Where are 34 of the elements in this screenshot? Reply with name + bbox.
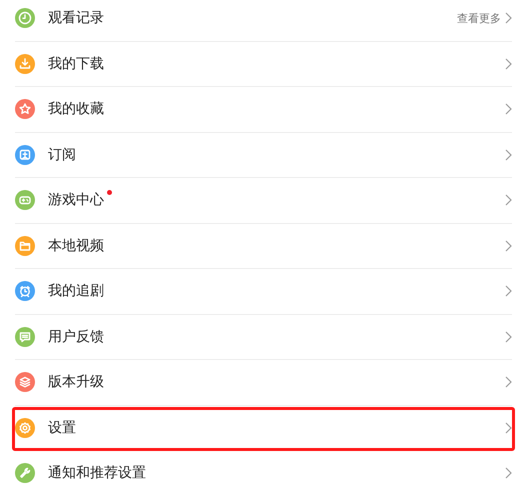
chevron-icon	[505, 285, 512, 298]
chevron-icon	[505, 330, 512, 343]
chevron-icon	[505, 103, 512, 116]
menu-item-label: 我的收藏	[48, 100, 104, 118]
menu-item[interactable]: 通知和推荐设置	[15, 451, 512, 488]
menu-item-label: 设置	[48, 418, 76, 437]
menu-item-label: 通知和推荐设置	[48, 464, 146, 482]
menu-item-label: 用户反馈	[48, 328, 104, 346]
menu-item[interactable]: 本地视频	[15, 224, 512, 269]
menu-item[interactable]: 设置	[15, 406, 512, 451]
menu-item-label: 观看记录	[48, 9, 104, 28]
chevron-icon	[505, 240, 512, 252]
menu-item[interactable]: 观看记录 查看更多	[15, 0, 512, 42]
chevron-icon	[505, 422, 512, 434]
menu-item[interactable]: 用户反馈	[15, 314, 512, 360]
chevron-icon	[505, 194, 512, 206]
menu-item[interactable]: 版本升级	[15, 360, 512, 406]
chevron-icon	[505, 467, 512, 480]
chevron-icon	[505, 376, 512, 388]
menu-item[interactable]: 订阅	[15, 132, 512, 178]
chevron-icon	[505, 12, 512, 24]
menu-item[interactable]: 我的追剧	[15, 269, 512, 314]
menu-item[interactable]: 我的收藏	[15, 87, 512, 132]
view-more-link[interactable]: 查看更多	[457, 10, 501, 26]
menu-item-label: 本地视频	[48, 236, 104, 255]
menu-item[interactable]: 游戏中心	[15, 178, 512, 224]
menu-item-label: 订阅	[48, 146, 76, 164]
menu-item-label: 我的下载	[48, 54, 104, 73]
chevron-icon	[505, 148, 512, 161]
menu-item-label: 我的追剧	[48, 282, 104, 300]
menu-item-label: 游戏中心	[48, 191, 104, 210]
menu-item[interactable]: 我的下载	[15, 42, 512, 87]
menu-item-label: 版本升级	[48, 373, 104, 392]
chevron-icon	[505, 58, 512, 70]
